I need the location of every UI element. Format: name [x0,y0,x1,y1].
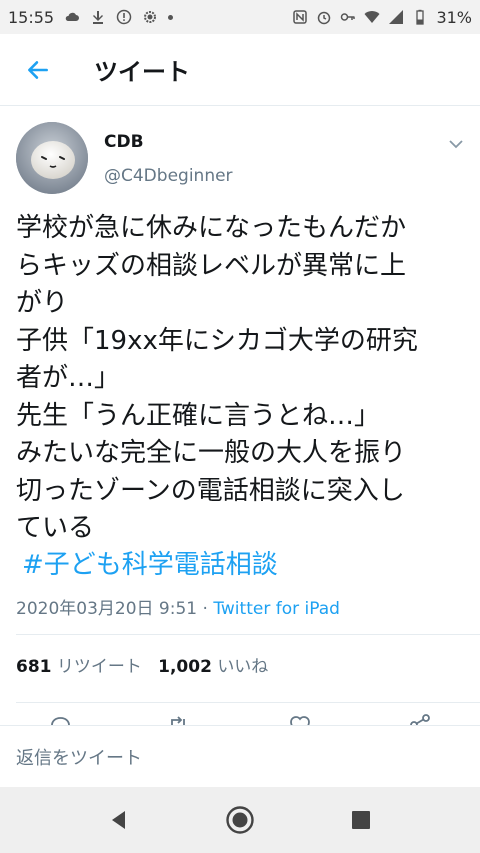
alarm-icon [318,11,331,25]
nav-back-button[interactable] [104,805,134,835]
dot-icon [168,14,174,20]
tweet-meta: 2020年03月20日 9:51 · Twitter for iPad [16,594,340,619]
avatar[interactable] [16,122,88,194]
tweet-timestamp: 2020年03月20日 9:51 [16,599,198,619]
home-circle-icon [226,806,254,834]
like-stat[interactable]: 1,002 いいね [158,657,268,677]
like-count: 1,002 [158,657,212,677]
user-handle[interactable]: @C4Dbeginner [104,166,233,186]
battery-icon [416,9,425,25]
download-icon [93,11,104,24]
avatar-face-image [16,122,88,194]
tweet-text: 学校が急に休みになったもんだか らキッズの相談レベルが異常に上 がり 子供「19… [16,213,418,543]
back-button[interactable] [10,42,66,98]
nfc-icon [293,10,308,24]
sun-icon [144,11,157,23]
arrow-left-icon [28,60,48,79]
key-icon [341,13,356,21]
meta-separator: · [197,599,214,619]
reply-bar: 返信をツイート [0,725,480,787]
chevron-down-icon[interactable] [446,134,466,154]
like-label: いいね [217,657,269,677]
divider [16,634,480,635]
status-bar: 15:55 31% [0,0,480,34]
signal-icon [389,10,404,24]
hashtag-link[interactable]: #子ども科学電話相談 [22,544,278,581]
status-time: 15:55 [8,7,55,27]
wifi-icon [364,11,380,23]
retweet-count: 681 [16,657,52,677]
app-bar: ツイート [0,34,480,106]
tweet-stats: 681 リツイート 1,002 いいね [16,652,268,677]
reply-input[interactable]: 返信をツイート [16,744,142,770]
cloud-icon [65,12,80,21]
divider [16,702,480,703]
client-link[interactable]: Twitter for iPad [213,599,340,619]
nav-home-button[interactable] [225,805,255,835]
retweet-label: リツイート [56,657,142,677]
alert-icon [116,9,132,25]
display-name[interactable]: CDB [104,132,144,152]
page-title: ツイート [94,58,190,86]
battery-level: 31% [436,7,472,27]
recents-square-icon [352,811,370,829]
back-triangle-icon [112,811,125,829]
retweet-stat[interactable]: 681 リツイート [16,657,142,677]
system-nav-bar [0,787,480,853]
nav-recents-button[interactable] [346,805,376,835]
